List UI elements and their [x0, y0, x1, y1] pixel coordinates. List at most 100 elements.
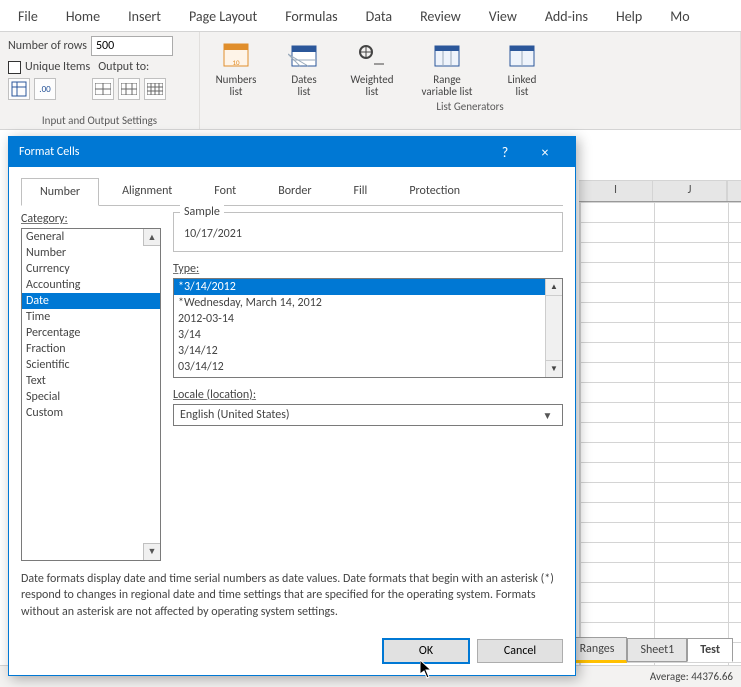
category-item-custom[interactable]: Custom	[22, 405, 160, 421]
type-item-6[interactable]: 14-Mar	[174, 375, 562, 378]
dialog-help-button[interactable]: ?	[485, 144, 525, 161]
type-item-5[interactable]: 03/14/12	[174, 359, 562, 375]
category-listbox[interactable]: General Number Currency Accounting Date …	[21, 228, 161, 561]
category-scroll-down[interactable]: ▼	[143, 543, 160, 560]
sheet-tab-test[interactable]: Test	[687, 638, 733, 662]
unique-items-checkbox[interactable]	[8, 61, 21, 74]
ribbon-tab-formulas[interactable]: Formulas	[271, 2, 351, 31]
type-listbox[interactable]: *3/14/2012 *Wednesday, March 14, 2012 20…	[173, 278, 563, 378]
dialog-tab-protection[interactable]: Protection	[390, 177, 479, 205]
category-scroll-up[interactable]: ▲	[143, 229, 160, 246]
format-description: Date formats display date and time seria…	[21, 561, 563, 631]
category-item-number[interactable]: Number	[22, 245, 160, 261]
ribbon-tab-home[interactable]: Home	[52, 2, 114, 31]
dialog-tab-bar: Number Alignment Font Border Fill Protec…	[21, 177, 563, 206]
ribbon-group-generators: 10 Numberslist Dateslist Weightedlist Ra…	[200, 32, 741, 129]
io-option-button-2[interactable]: .00	[34, 78, 56, 100]
ribbon-tab-data[interactable]: Data	[352, 2, 406, 31]
col-header-j[interactable]: J	[653, 181, 727, 201]
locale-label: Locale (location):	[173, 388, 563, 402]
ribbon-tab-bar: File Home Insert Page Layout Formulas Da…	[0, 0, 741, 32]
weighted-list-icon	[356, 40, 388, 72]
ribbon-tab-review[interactable]: Review	[406, 2, 475, 31]
category-item-time[interactable]: Time	[22, 309, 160, 325]
linked-list-button[interactable]: Linkedlist	[494, 40, 550, 98]
dialog-tab-border[interactable]: Border	[259, 177, 330, 205]
category-item-fraction[interactable]: Fraction	[22, 341, 160, 357]
table-icon	[11, 81, 27, 97]
dialog-title-bar[interactable]: Format Cells ? ×	[9, 137, 575, 167]
sheet-tab-sheet1[interactable]: Sheet1	[627, 638, 687, 662]
type-item-2[interactable]: 2012-03-14	[174, 311, 562, 327]
category-item-currency[interactable]: Currency	[22, 261, 160, 277]
ribbon-tab-view[interactable]: View	[475, 2, 531, 31]
format-cells-dialog: Format Cells ? × Number Alignment Font B…	[8, 136, 576, 676]
cell-grid[interactable]	[579, 202, 741, 682]
dialog-tab-fill[interactable]: Fill	[335, 177, 387, 205]
ribbon-group-io: Number of rows Unique Items Output to: .…	[0, 32, 200, 129]
io-group-label: Input and Output Settings	[8, 112, 191, 127]
range-list-icon	[431, 40, 463, 72]
range-variable-list-button[interactable]: Rangevariable list	[412, 40, 482, 98]
weighted-list-button[interactable]: Weightedlist	[344, 40, 400, 98]
category-item-scientific[interactable]: Scientific	[22, 357, 160, 373]
locale-dropdown[interactable]: English (United States) ▼	[173, 404, 563, 426]
category-label: Category:	[21, 212, 161, 226]
dialog-tab-number[interactable]: Number	[21, 178, 99, 206]
type-item-0[interactable]: *3/14/2012	[174, 279, 562, 295]
rows-label: Number of rows	[8, 39, 87, 53]
type-item-3[interactable]: 3/14	[174, 327, 562, 343]
ribbon-content: Number of rows Unique Items Output to: .…	[0, 32, 741, 130]
category-item-item-special[interactable]: Special	[22, 389, 160, 405]
category-item-text[interactable]: Text	[22, 373, 160, 389]
dialog-tab-font[interactable]: Font	[195, 177, 255, 205]
output-grid-button-3[interactable]	[144, 78, 166, 100]
output-grid-button-2[interactable]	[118, 78, 140, 100]
dates-list-button[interactable]: Dateslist	[276, 40, 332, 98]
status-average: Average: 44376.66	[650, 670, 733, 683]
category-item-percentage[interactable]: Percentage	[22, 325, 160, 341]
dialog-tab-alignment[interactable]: Alignment	[103, 177, 191, 205]
ok-button[interactable]: OK	[383, 639, 469, 663]
chevron-down-icon: ▼	[539, 409, 556, 422]
ribbon-tab-page-layout[interactable]: Page Layout	[175, 2, 271, 31]
ribbon-tab-file[interactable]: File	[4, 2, 52, 31]
grid-icon	[95, 83, 111, 95]
sample-value: 10/17/2021	[184, 219, 552, 241]
type-scroll-up-icon[interactable]: ▲	[546, 279, 562, 296]
grid-icon	[147, 83, 163, 95]
linked-list-icon	[506, 40, 538, 72]
category-item-date[interactable]: Date	[22, 293, 160, 309]
cancel-button[interactable]: Cancel	[477, 639, 563, 663]
type-scroll-down-icon[interactable]: ▼	[546, 360, 562, 377]
category-item-accounting[interactable]: Accounting	[22, 277, 160, 293]
ribbon-tab-addins[interactable]: Add-ins	[531, 2, 602, 31]
rows-input[interactable]	[91, 36, 173, 56]
locale-value: English (United States)	[180, 408, 290, 422]
unique-items-label: Unique Items	[25, 60, 90, 74]
ribbon-tab-insert[interactable]: Insert	[114, 2, 175, 31]
grid-icon	[121, 83, 137, 95]
ribbon-tab-help[interactable]: Help	[602, 2, 656, 31]
category-item-general[interactable]: General	[22, 229, 160, 245]
numbers-list-button[interactable]: 10 Numberslist	[208, 40, 264, 98]
sample-label: Sample	[180, 205, 224, 219]
column-headers: I J	[579, 180, 741, 202]
svg-text:10: 10	[232, 58, 240, 67]
type-item-1[interactable]: *Wednesday, March 14, 2012	[174, 295, 562, 311]
generators-group-label: List Generators	[208, 98, 732, 113]
type-item-4[interactable]: 3/14/12	[174, 343, 562, 359]
output-grid-button-1[interactable]	[92, 78, 114, 100]
col-header-i[interactable]: I	[579, 181, 653, 201]
dates-list-icon	[288, 40, 320, 72]
dialog-close-button[interactable]: ×	[525, 144, 565, 161]
dialog-button-row: OK Cancel	[9, 631, 575, 675]
type-label: Type:	[173, 262, 563, 276]
output-to-label: Output to:	[98, 60, 149, 74]
sheet-tab-bar: Ranges Sheet1 Test	[567, 637, 733, 663]
type-scrollbar[interactable]: ▲ ▼	[545, 279, 562, 377]
sample-box: Sample 10/17/2021	[173, 212, 563, 252]
io-option-button-1[interactable]	[8, 78, 30, 100]
ribbon-tab-more[interactable]: Mo	[656, 2, 703, 31]
dialog-title: Format Cells	[19, 145, 79, 159]
